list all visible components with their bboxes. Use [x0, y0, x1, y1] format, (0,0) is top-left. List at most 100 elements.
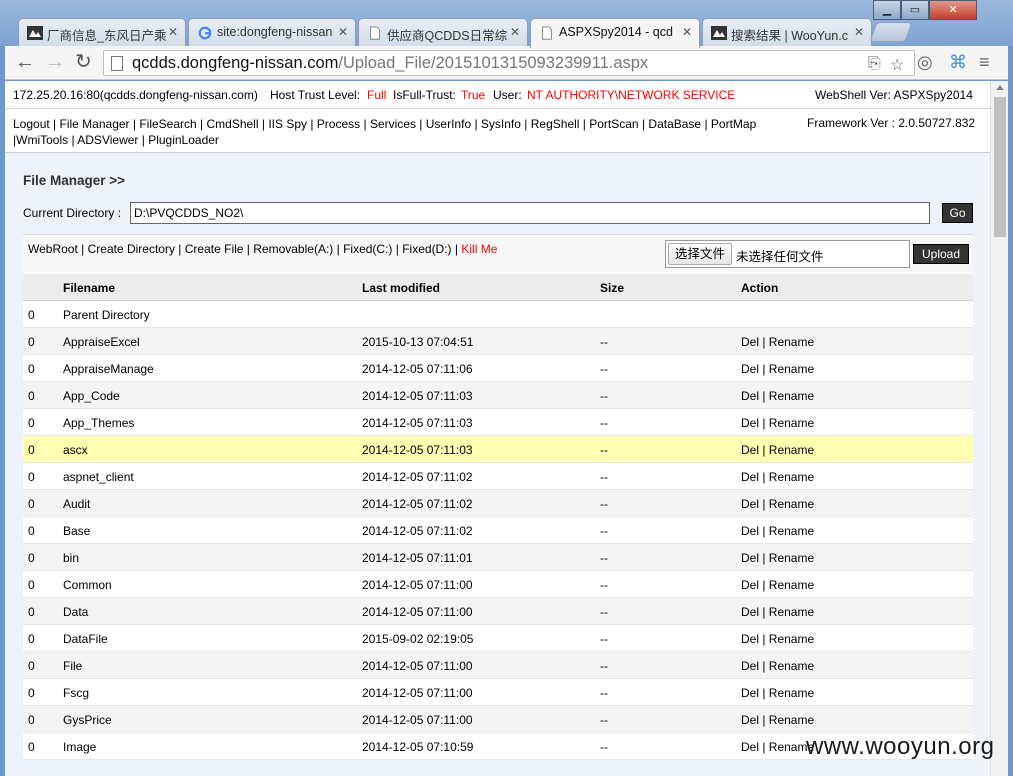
current-directory-input[interactable] — [130, 202, 930, 224]
row-actions[interactable]: Del | Rename — [741, 443, 814, 457]
menu-cmdshell[interactable]: CmdShell — [206, 117, 258, 131]
menu-regshell[interactable]: RegShell — [531, 117, 580, 131]
filename-link[interactable]: aspnet_client — [63, 470, 134, 484]
maximize-button[interactable]: ▭ — [901, 0, 929, 20]
filename-link[interactable]: Image — [63, 740, 96, 754]
table-row[interactable]: 0 DataFile 2015-09-02 02:19:05 -- Del | Rena… — [23, 625, 973, 652]
vertical-scrollbar[interactable] — [990, 81, 1008, 776]
menu-services[interactable]: Services — [370, 117, 416, 131]
menu-wmitools[interactable]: WmiTools — [16, 133, 68, 147]
table-row[interactable]: 0 AppraiseExcel 2015-10-13 07:04:51 -- Del |… — [23, 328, 973, 355]
row-actions[interactable]: Del | Rename — [741, 740, 814, 754]
table-row[interactable]: 0 Data 2014-12-05 07:11:00 -- Del | Rename — [23, 598, 973, 625]
drive-c-link[interactable]: Fixed(C:) — [343, 242, 392, 256]
drive-d-link[interactable]: Fixed(D:) — [402, 242, 451, 256]
tab-1[interactable]: 厂商信息_东风日产乘 ✕ — [18, 18, 186, 46]
menu-portmap[interactable]: PortMap — [711, 117, 756, 131]
tab-2[interactable]: site:dongfeng-nissan ✕ — [188, 18, 356, 46]
table-row[interactable]: 0 GysPrice 2014-12-05 07:11:00 -- Del | Rena… — [23, 706, 973, 733]
menu-adsviewer[interactable]: ADSViewer — [77, 133, 138, 147]
window-close-button[interactable]: ✕ — [929, 0, 977, 20]
menu-process[interactable]: Process — [317, 117, 360, 131]
file-input[interactable]: 选择文件 未选择任何文件 — [665, 240, 910, 268]
menu-file-manager[interactable]: File Manager — [60, 117, 130, 131]
scroll-up-icon[interactable] — [996, 85, 1004, 90]
row-actions[interactable]: Del | Rename — [741, 551, 814, 565]
filename-link[interactable]: GysPrice — [63, 713, 112, 727]
close-icon[interactable]: ✕ — [854, 25, 864, 39]
tab-4-active[interactable]: ASPXSpy2014 - qcd ✕ — [530, 18, 700, 48]
row-actions[interactable]: Del | Rename — [741, 497, 814, 511]
minimize-button[interactable]: ▁ — [873, 0, 901, 20]
translate-icon[interactable]: ⎘ — [868, 55, 881, 73]
menu-filesearch[interactable]: FileSearch — [139, 117, 196, 131]
filename-link[interactable]: Parent Directory — [63, 308, 150, 322]
close-icon[interactable]: ✕ — [682, 25, 692, 39]
menu-iis-spy[interactable]: IIS Spy — [268, 117, 307, 131]
row-actions[interactable]: Del | Rename — [741, 362, 814, 376]
row-actions[interactable]: Del | Rename — [741, 416, 814, 430]
filename-link[interactable]: Fscg — [63, 686, 89, 700]
filename-link[interactable]: App_Code — [63, 389, 120, 403]
table-row[interactable]: 0 ascx 2014-12-05 07:11:03 -- Del | Rename — [23, 436, 973, 463]
row-actions[interactable]: Del | Rename — [741, 335, 814, 349]
tab-3[interactable]: 供应商QCDDS日常综 ✕ — [358, 18, 528, 46]
filename-link[interactable]: bin — [63, 551, 79, 565]
filename-link[interactable]: Data — [63, 605, 88, 619]
drive-a-link[interactable]: Removable(A:) — [253, 242, 333, 256]
filename-link[interactable]: AppraiseExcel — [63, 335, 140, 349]
bookmark-star-icon[interactable]: ☆ — [890, 55, 904, 75]
filename-link[interactable]: DataFile — [63, 632, 108, 646]
menu-icon[interactable]: ≡ — [979, 52, 990, 73]
table-row[interactable]: 0 AppraiseManage 2014-12-05 07:11:06 -- Del … — [23, 355, 973, 382]
close-icon[interactable]: ✕ — [338, 25, 348, 39]
table-row[interactable]: 0 Base 2014-12-05 07:11:02 -- Del | Rename — [23, 517, 973, 544]
filename-link[interactable]: AppraiseManage — [63, 362, 154, 376]
menu-sysinfo[interactable]: SysInfo — [481, 117, 521, 131]
row-actions[interactable]: Del | Rename — [741, 713, 814, 727]
scrollbar-thumb[interactable] — [994, 97, 1006, 237]
url-text[interactable]: qcdds.dongfeng-nissan.com/Upload_File/20… — [132, 54, 648, 73]
new-tab-button[interactable] — [869, 22, 913, 42]
webroot-link[interactable]: WebRoot — [28, 242, 78, 256]
go-button[interactable]: Go — [942, 203, 973, 223]
filename-link[interactable]: ascx — [63, 443, 88, 457]
table-row[interactable]: 0 App_Themes 2014-12-05 07:11:03 -- Del | Re… — [23, 409, 973, 436]
menu-database[interactable]: DataBase — [648, 117, 701, 131]
filename-link[interactable]: App_Themes — [63, 416, 134, 430]
row-actions[interactable]: Del | Rename — [741, 524, 814, 538]
upload-button[interactable]: Upload — [913, 244, 969, 264]
create-file-link[interactable]: Create File — [185, 242, 244, 256]
menu-userinfo[interactable]: UserInfo — [426, 117, 471, 131]
table-row[interactable]: 0 Common 2014-12-05 07:11:00 -- Del | Rename — [23, 571, 973, 598]
forward-arrow-icon[interactable]: → — [45, 51, 65, 73]
extension-command-icon[interactable]: ⌘ — [949, 52, 967, 73]
kill-me-link[interactable]: Kill Me — [461, 242, 497, 256]
filename-link[interactable]: Audit — [63, 497, 90, 511]
table-row[interactable]: 0 Audit 2014-12-05 07:11:02 -- Del | Rename — [23, 490, 973, 517]
table-row[interactable]: 0 bin 2014-12-05 07:11:01 -- Del | Rename — [23, 544, 973, 571]
row-actions[interactable]: Del | Rename — [741, 632, 814, 646]
back-arrow-icon[interactable]: ← — [15, 51, 35, 73]
close-icon[interactable]: ✕ — [168, 25, 178, 39]
address-bar[interactable]: qcdds.dongfeng-nissan.com/Upload_File/20… — [103, 50, 915, 76]
table-row[interactable]: 0 App_Code 2014-12-05 07:11:03 -- Del | Rena… — [23, 382, 973, 409]
table-row[interactable]: 0 Parent Directory — [23, 301, 973, 328]
row-actions[interactable]: Del | Rename — [741, 605, 814, 619]
table-row[interactable]: 0 aspnet_client 2014-12-05 07:11:02 -- Del |… — [23, 463, 973, 490]
table-row[interactable]: 0 Fscg 2014-12-05 07:11:00 -- Del | Rename — [23, 679, 973, 706]
row-actions[interactable]: Del | Rename — [741, 470, 814, 484]
table-row[interactable]: 0 File 2014-12-05 07:11:00 -- Del | Rename — [23, 652, 973, 679]
row-actions[interactable]: Del | Rename — [741, 389, 814, 403]
filename-link[interactable]: Base — [63, 524, 90, 538]
menu-pluginloader[interactable]: PluginLoader — [148, 133, 219, 147]
row-actions[interactable]: Del | Rename — [741, 659, 814, 673]
choose-file-button[interactable]: 选择文件 — [668, 243, 733, 265]
filename-link[interactable]: Common — [63, 578, 112, 592]
menu-portscan[interactable]: PortScan — [589, 117, 638, 131]
menu-logout[interactable]: Logout — [13, 117, 50, 131]
filename-link[interactable]: File — [63, 659, 82, 673]
extension-circle-icon[interactable]: ◎ — [917, 52, 933, 73]
close-icon[interactable]: ✕ — [510, 25, 520, 39]
row-actions[interactable]: Del | Rename — [741, 686, 814, 700]
